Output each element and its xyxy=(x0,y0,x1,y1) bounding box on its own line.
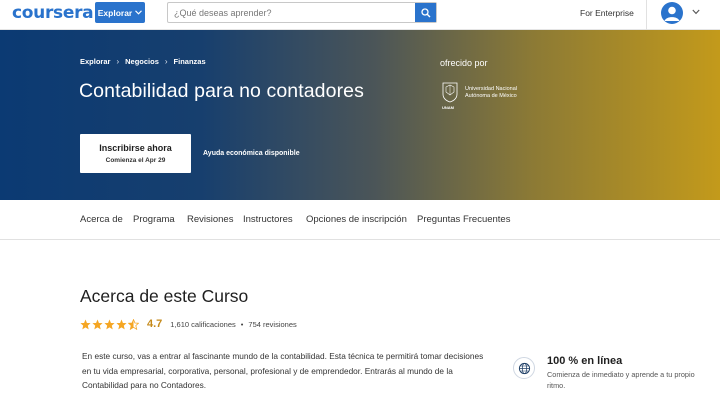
account-menu-chevron-icon[interactable] xyxy=(692,9,700,15)
unam-short-label: UNAM xyxy=(442,105,454,110)
tab-programa[interactable]: Programa xyxy=(133,214,175,225)
explore-label: Explorar xyxy=(97,7,133,18)
rating-value: 4.7 xyxy=(147,318,163,330)
reviews-count-link[interactable]: 754 revisiones xyxy=(248,320,296,329)
enroll-label: Inscribirse ahora xyxy=(99,143,172,153)
unam-seal-logo[interactable] xyxy=(441,82,459,104)
course-description: En este curso, vas a entrar al fascinant… xyxy=(82,351,484,390)
star-icon xyxy=(104,319,115,329)
about-course-heading: Acerca de este Curso xyxy=(80,286,249,306)
user-avatar-icon[interactable] xyxy=(661,2,683,24)
tab-revisiones[interactable]: Revisiones xyxy=(187,214,233,225)
breadcrumb-finanzas[interactable]: Finanzas xyxy=(174,57,206,66)
search-box xyxy=(167,2,437,23)
for-enterprise-link[interactable]: For Enterprise xyxy=(580,8,634,18)
breadcrumb-explorar[interactable]: Explorar xyxy=(80,57,110,66)
tab-opciones-inscripcion[interactable]: Opciones de inscripción xyxy=(306,214,407,225)
nav-divider xyxy=(646,0,647,30)
course-section-tabs: Acerca de Programa Revisiones Instructor… xyxy=(0,200,720,240)
star-icon xyxy=(116,319,127,329)
globe-icon xyxy=(513,357,535,379)
institution-line-1: Universidad Nacional xyxy=(465,86,517,92)
course-title: Contabilidad para no contadores xyxy=(79,80,364,102)
rating-row: 4.7 1,610 calificaciones • 754 revisione… xyxy=(80,317,297,331)
explore-button[interactable]: Explorar xyxy=(95,2,145,23)
star-icon xyxy=(80,319,91,329)
enroll-start-date: Comienza el Apr 29 xyxy=(105,157,166,164)
breadcrumb: Explorar › Negocios › Finanzas xyxy=(80,57,206,66)
online-feature-subtitle: Comienza de inmediato y aprende a tu pro… xyxy=(547,370,695,390)
breadcrumb-negocios[interactable]: Negocios xyxy=(125,57,159,66)
tab-instructores[interactable]: Instructores xyxy=(243,214,293,225)
coursera-logo[interactable]: coursera xyxy=(12,3,94,23)
separator-dot: • xyxy=(240,319,244,329)
institution-name[interactable]: Universidad Nacional Autónoma de México xyxy=(465,86,517,100)
breadcrumb-chevron-icon: › xyxy=(164,57,168,66)
half-star-icon xyxy=(128,318,139,330)
user-silhouette-icon xyxy=(664,6,680,21)
tab-preguntas-frecuentes[interactable]: Preguntas Frecuentes xyxy=(417,214,510,225)
offered-by-label: ofrecido por xyxy=(440,58,488,68)
top-navigation-bar: coursera Explorar For Enterprise xyxy=(0,0,720,30)
search-icon xyxy=(420,7,430,17)
star-rating xyxy=(80,318,139,330)
breadcrumb-chevron-icon: › xyxy=(116,57,120,66)
online-feature-title: 100 % en línea xyxy=(547,355,623,367)
institution-line-2: Autónoma de México xyxy=(465,93,517,99)
search-button[interactable] xyxy=(415,3,436,22)
ratings-count: 1,610 calificaciones xyxy=(170,319,236,329)
chevron-down-icon xyxy=(135,10,143,15)
globe-glyph-icon xyxy=(518,362,530,374)
course-hero-banner: Explorar › Negocios › Finanzas Contabili… xyxy=(0,30,720,200)
star-icon xyxy=(92,319,103,329)
financial-aid-link[interactable]: Ayuda económica disponible xyxy=(203,150,300,157)
search-input[interactable] xyxy=(168,3,416,22)
tab-acerca-de[interactable]: Acerca de xyxy=(80,214,123,225)
enroll-now-button[interactable]: Inscribirse ahora Comienza el Apr 29 xyxy=(80,134,191,173)
